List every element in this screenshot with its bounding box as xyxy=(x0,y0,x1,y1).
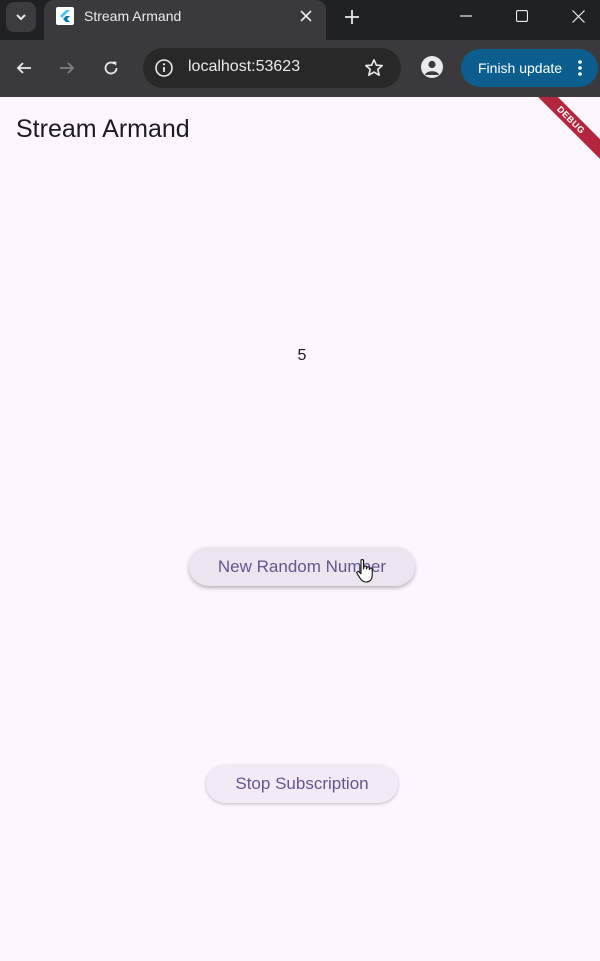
app-body: Stream Armand DEBUG 5 New Random Number … xyxy=(0,97,600,961)
plus-icon xyxy=(345,10,359,24)
close-icon xyxy=(571,9,585,23)
bookmark-star-icon[interactable] xyxy=(363,57,385,79)
profile-avatar-icon[interactable] xyxy=(421,56,443,78)
finish-update-label: Finish update xyxy=(478,60,563,76)
arrow-left-icon xyxy=(16,62,31,74)
close-tab-icon[interactable] xyxy=(296,6,316,26)
forward-button[interactable] xyxy=(55,56,79,80)
minimize-icon xyxy=(460,15,472,17)
more-vert-icon xyxy=(572,58,588,78)
page-title: Stream Armand xyxy=(16,115,190,143)
new-random-number-button[interactable]: New Random Number xyxy=(189,547,415,586)
hand-pointer-icon xyxy=(356,558,373,583)
browser-tab[interactable]: Stream Armand xyxy=(44,0,326,40)
chevron-down-icon xyxy=(16,14,26,21)
reload-icon xyxy=(104,61,118,75)
address-bar[interactable]: localhost:53623 xyxy=(143,48,401,88)
maximize-button[interactable] xyxy=(508,4,536,28)
maximize-icon xyxy=(516,10,528,22)
random-number-display: 5 xyxy=(297,347,307,364)
tab-search-button[interactable] xyxy=(6,2,36,32)
stop-subscription-button[interactable]: Stop Subscription xyxy=(206,765,398,803)
flutter-icon xyxy=(56,7,74,25)
back-button[interactable] xyxy=(12,56,36,80)
close-window-button[interactable] xyxy=(564,4,592,28)
browser-toolbar: localhost:53623 Finish update xyxy=(0,40,600,97)
finish-update-button[interactable]: Finish update xyxy=(461,49,598,87)
minimize-button[interactable] xyxy=(452,4,480,28)
debug-banner: DEBUG xyxy=(527,97,600,164)
browser-titlebar: Stream Armand xyxy=(0,0,600,40)
tab-title: Stream Armand xyxy=(84,8,182,24)
arrow-right-icon xyxy=(60,62,75,74)
new-tab-button[interactable] xyxy=(340,5,364,29)
url-text[interactable]: localhost:53623 xyxy=(188,58,300,76)
reload-button[interactable] xyxy=(99,56,123,80)
site-info-icon[interactable] xyxy=(153,57,175,79)
